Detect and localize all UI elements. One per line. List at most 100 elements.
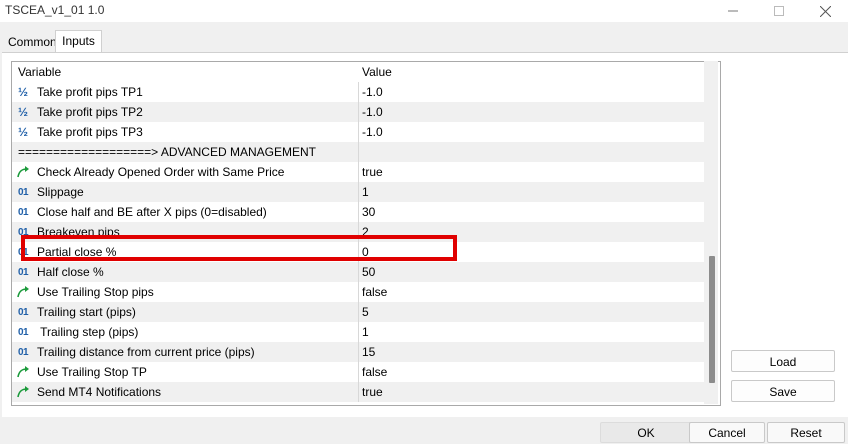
variable-cell[interactable]: ===================> ADVANCED MANAGEMENT xyxy=(12,142,359,162)
table-row[interactable]: ½ Take profit pips TP1 -1.0 xyxy=(12,82,705,102)
variable-cell[interactable]: Use Trailing Stop pips xyxy=(12,282,359,302)
half-icon: ½ xyxy=(17,85,28,99)
value-cell[interactable]: 50 xyxy=(359,262,705,282)
close-button[interactable] xyxy=(802,0,848,22)
title-bar: TSCEA_v1_01 1.0 xyxy=(0,0,848,22)
variable-name: Use Trailing Stop pips xyxy=(37,285,154,299)
int-icon: 01 xyxy=(17,266,29,278)
highlight-box xyxy=(21,235,457,261)
value-cell[interactable]: 15 xyxy=(359,342,705,362)
value-text: true xyxy=(362,165,383,179)
variable-cell[interactable]: Send MT4 Notifications xyxy=(12,382,359,402)
int-icon: 01 xyxy=(17,306,29,318)
maximize-button[interactable] xyxy=(756,0,802,22)
variable-name: Check Already Opened Order with Same Pri… xyxy=(37,165,285,179)
table-row[interactable]: 01 Close half and BE after X pips (0=disa… xyxy=(12,202,705,222)
tab-common[interactable]: Common xyxy=(3,33,62,52)
table-row[interactable]: 01 Trailing distance from current price (… xyxy=(12,342,705,362)
variable-name: Take profit pips TP1 xyxy=(37,85,143,99)
int-icon: 01 xyxy=(17,186,29,198)
variable-name: Slippage xyxy=(37,185,84,199)
reset-button[interactable]: Reset xyxy=(767,422,845,443)
value-cell[interactable]: true xyxy=(359,382,705,402)
variable-name: Trailing start (pips) xyxy=(37,305,136,319)
value-cell[interactable]: -1.0 xyxy=(359,102,705,122)
maximize-icon xyxy=(774,6,784,16)
table-row[interactable]: 01 Half close % 50 xyxy=(12,262,705,282)
column-header-value[interactable]: Value xyxy=(359,62,705,82)
value-text: false xyxy=(362,365,388,379)
value-cell[interactable]: 1 xyxy=(359,182,705,202)
value-text: 1 xyxy=(362,185,369,199)
variable-cell[interactable]: Check Already Opened Order with Same Pri… xyxy=(12,162,359,182)
close-icon xyxy=(819,5,831,17)
minimize-button[interactable] xyxy=(710,0,756,22)
variable-cell[interactable]: 01 Close half and BE after X pips (0=disa… xyxy=(12,202,359,222)
bool-arrow-icon xyxy=(15,364,31,380)
variable-cell[interactable]: 01 Trailing step (pips) xyxy=(12,322,359,342)
value-text: -1.0 xyxy=(362,85,383,99)
window-title: TSCEA_v1_01 1.0 xyxy=(5,3,105,17)
ok-button[interactable]: OK xyxy=(600,422,692,443)
table-row[interactable]: Check Already Opened Order with Same Pri… xyxy=(12,162,705,182)
value-cell[interactable]: 1 xyxy=(359,322,705,342)
value-text: 50 xyxy=(362,265,376,279)
value-cell[interactable]: -1.0 xyxy=(359,82,705,102)
value-cell[interactable]: false xyxy=(359,282,705,302)
variable-name: Trailing step (pips) xyxy=(37,325,139,339)
table-row[interactable]: ½ Take profit pips TP2 -1.0 xyxy=(12,102,705,122)
value-cell[interactable]: -1.0 xyxy=(359,122,705,142)
table-row[interactable]: Send MT4 Notifications true xyxy=(12,382,705,402)
save-button[interactable]: Save xyxy=(731,380,835,402)
value-text: -1.0 xyxy=(362,105,383,119)
bool-arrow-icon xyxy=(15,164,31,180)
variable-cell[interactable]: 01 Trailing start (pips) xyxy=(12,302,359,322)
variable-name: Take profit pips TP2 xyxy=(37,105,143,119)
variable-name: ===================> ADVANCED MANAGEMENT xyxy=(18,145,316,159)
variable-cell[interactable]: ½ Take profit pips TP2 xyxy=(12,102,359,122)
inputs-grid: Variable Value ½ Take profit pips TP1 -1.0… xyxy=(11,61,721,406)
grid-header: Variable Value xyxy=(12,62,705,82)
half-icon: ½ xyxy=(17,125,28,139)
value-cell[interactable]: 30 xyxy=(359,202,705,222)
table-row[interactable]: 01 Trailing step (pips) 1 xyxy=(12,322,705,342)
variable-cell[interactable]: ½ Take profit pips TP3 xyxy=(12,122,359,142)
value-text: -1.0 xyxy=(362,125,383,139)
value-cell[interactable]: false xyxy=(359,362,705,382)
scrollbar-thumb[interactable] xyxy=(709,256,715,383)
variable-cell[interactable]: ½ Take profit pips TP1 xyxy=(12,82,359,102)
variable-name: Close half and BE after X pips (0=disabl… xyxy=(37,205,267,219)
value-cell[interactable]: true xyxy=(359,162,705,182)
cancel-button[interactable]: Cancel xyxy=(689,422,765,443)
variable-name: Send MT4 Notifications xyxy=(37,385,162,399)
column-header-value-label: Value xyxy=(362,65,392,79)
value-text: 5 xyxy=(362,305,369,319)
table-row[interactable]: ===================> ADVANCED MANAGEMENT xyxy=(12,142,705,162)
variable-name: Trailing distance from current price (pi… xyxy=(37,345,255,359)
table-row[interactable]: Use Trailing Stop pips false xyxy=(12,282,705,302)
table-row[interactable]: 01 Slippage 1 xyxy=(12,182,705,202)
value-text: 30 xyxy=(362,205,376,219)
table-row[interactable]: Use Trailing Stop TP false xyxy=(12,362,705,382)
table-row[interactable]: ½ Take profit pips TP3 -1.0 xyxy=(12,122,705,142)
table-row[interactable]: 01 Trailing start (pips) 5 xyxy=(12,302,705,322)
tab-inputs[interactable]: Inputs xyxy=(55,30,102,53)
variable-name: Take profit pips TP3 xyxy=(37,125,143,139)
value-cell[interactable] xyxy=(359,142,705,162)
column-header-variable[interactable]: Variable xyxy=(12,62,358,82)
load-button[interactable]: Load xyxy=(731,350,835,372)
variable-name: Half close % xyxy=(37,265,104,279)
variable-name: Use Trailing Stop TP xyxy=(37,365,147,379)
variable-cell[interactable]: 01 Trailing distance from current price (… xyxy=(12,342,359,362)
value-cell[interactable]: 5 xyxy=(359,302,705,322)
minimize-icon xyxy=(728,10,738,12)
variable-cell[interactable]: 01 Half close % xyxy=(12,262,359,282)
variable-cell[interactable]: Use Trailing Stop TP xyxy=(12,362,359,382)
int-icon: 01 xyxy=(17,346,29,358)
value-text: true xyxy=(362,385,383,399)
int-icon: 01 xyxy=(17,206,29,218)
int-icon: 01 xyxy=(17,326,29,338)
variable-cell[interactable]: 01 Slippage xyxy=(12,182,359,202)
value-text: false xyxy=(362,285,388,299)
bool-arrow-icon xyxy=(15,384,31,400)
